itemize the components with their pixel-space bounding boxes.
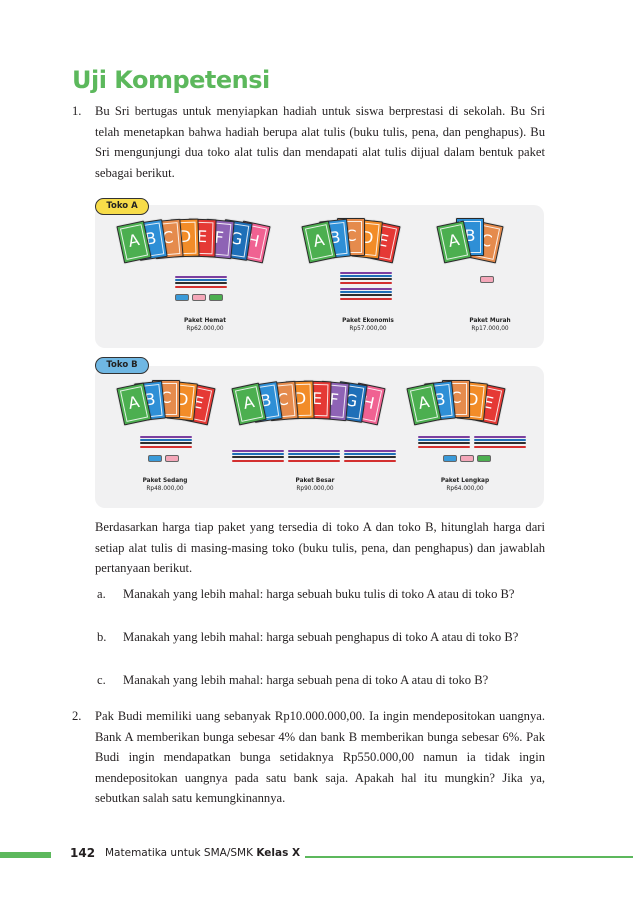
footer-accent-bar bbox=[0, 852, 51, 858]
subquestion-a-text: Manakah yang lebih mahal: harga sebuah b… bbox=[123, 587, 515, 601]
subquestion-c-text: Manakah yang lebih mahal: harga sebuah p… bbox=[123, 673, 489, 687]
eraser-group bbox=[443, 455, 491, 462]
section-title: Uji Kompetensi bbox=[72, 66, 270, 94]
eraser-icon bbox=[148, 455, 162, 462]
subquestion-b-text: Manakah yang lebih mahal: harga sebuah p… bbox=[123, 630, 519, 644]
store-a-label: Toko A bbox=[95, 198, 149, 215]
pen-bundle-icon bbox=[418, 436, 470, 449]
eraser-icon bbox=[460, 455, 474, 462]
eraser-icon bbox=[443, 455, 457, 462]
footer-rule bbox=[305, 856, 633, 858]
eraser-icon bbox=[175, 294, 189, 301]
eraser-group bbox=[480, 276, 494, 283]
package-price: Rp48.000,00 bbox=[146, 486, 184, 492]
eraser-icon bbox=[480, 276, 494, 283]
pen-bundle-icon bbox=[344, 450, 396, 463]
eraser-icon bbox=[165, 455, 179, 462]
package-price: Rp64.000,00 bbox=[446, 486, 484, 492]
package-name: Paket Besar bbox=[295, 478, 335, 484]
store-b-label: Toko B bbox=[95, 357, 149, 374]
pen-bundle-icon bbox=[232, 450, 284, 463]
subquestion-b-label: b. bbox=[97, 630, 107, 644]
pen-bundle-icon bbox=[340, 272, 392, 285]
pen-bundle-icon bbox=[474, 436, 526, 449]
question-2-text: Pak Budi memiliki uang sebanyak Rp10.000… bbox=[95, 709, 545, 805]
eraser-group bbox=[175, 294, 223, 301]
footer-book-title: Matematika untuk SMA/SMK Kelas X bbox=[105, 847, 301, 859]
pen-bundle-icon bbox=[175, 276, 227, 289]
package-price: Rp57.000,00 bbox=[349, 326, 387, 332]
package-price: Rp62.000,00 bbox=[186, 326, 224, 332]
question-2-number: 2. bbox=[72, 709, 82, 723]
page-number: 142 bbox=[70, 846, 96, 860]
package-name: Paket Murah bbox=[469, 318, 511, 324]
eraser-icon bbox=[477, 455, 491, 462]
subquestion-c-label: c. bbox=[97, 673, 106, 687]
package-price: Rp90.000,00 bbox=[296, 486, 334, 492]
question-1-text: Bu Sri bertugas untuk menyiapkan hadiah … bbox=[95, 104, 545, 180]
package-name: Paket Sedang bbox=[142, 478, 188, 484]
eraser-group bbox=[148, 455, 179, 462]
pen-bundle-icon bbox=[340, 288, 392, 301]
package-name: Paket Ekonomis bbox=[342, 318, 394, 324]
subquestion-a-label: a. bbox=[97, 587, 106, 601]
package-name: Paket Lengkap bbox=[440, 478, 490, 484]
footer-book-class: Kelas X bbox=[256, 847, 301, 859]
package-name: Paket Hemat bbox=[184, 318, 226, 324]
package-price: Rp17.000,00 bbox=[471, 326, 509, 332]
eraser-icon bbox=[209, 294, 223, 301]
pen-bundle-icon bbox=[288, 450, 340, 463]
question-1-paragraph: Berdasarkan harga tiap paket yang tersed… bbox=[95, 520, 545, 575]
pen-bundle-icon bbox=[140, 436, 192, 449]
eraser-icon bbox=[192, 294, 206, 301]
question-1-number: 1. bbox=[72, 104, 82, 118]
